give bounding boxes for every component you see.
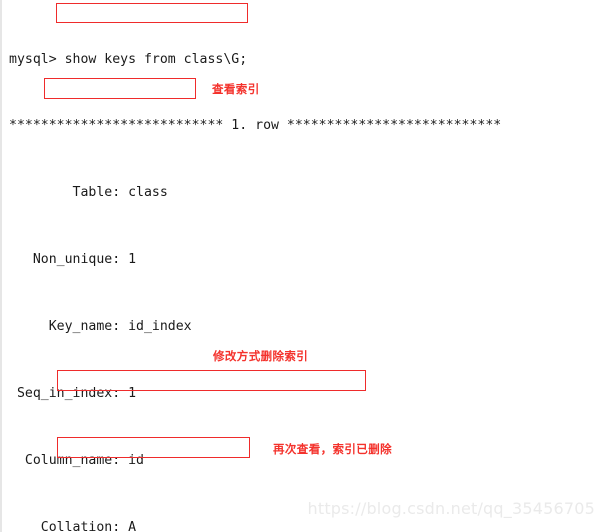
view-index-annotation: 查看索引 (212, 82, 260, 96)
terminal-line: Key_name: id_index (9, 319, 192, 335)
terminal-screenshot: mysql> show keys from class\G; *********… (0, 0, 603, 532)
terminal-line: *************************** 1. row *****… (9, 118, 502, 134)
terminal-line: mysql> show keys from class\G; (9, 51, 248, 67)
code-block-left-rule (0, 0, 2, 532)
csdn-watermark: https://blog.csdn.net/qq_35456705 (307, 499, 595, 518)
index-deleted-annotation: 再次查看，索引已删除 (273, 442, 392, 456)
terminal-line: Table: class (9, 185, 168, 201)
drop-index-by-alter-annotation: 修改方式删除索引 (213, 349, 309, 363)
terminal-line: Collation: A (9, 519, 137, 532)
terminal-line: Non_unique: 1 (9, 252, 137, 268)
terminal-line: Seq_in_index: 1 (9, 386, 137, 402)
